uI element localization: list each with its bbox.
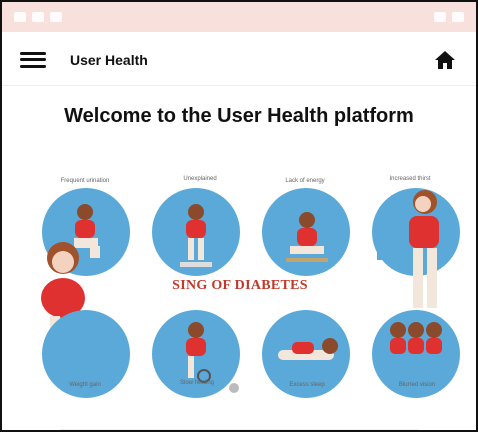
app-title: User Health <box>70 51 148 68</box>
symptom-label: Increased thirst <box>389 176 431 182</box>
status-icon <box>50 12 62 22</box>
diabetes-symptoms-banner: Frequent urination Unexplained Lack of e… <box>20 170 460 400</box>
status-icon <box>32 12 44 22</box>
app-bar: User Health <box>2 34 476 86</box>
status-bar <box>2 2 476 32</box>
carousel-page-indicator[interactable] <box>229 383 239 393</box>
person-tired-illustration <box>286 212 328 262</box>
blurred-vision-illustration <box>390 322 442 354</box>
status-left-icons <box>14 12 62 22</box>
banner-title: SING OF DIABETES <box>172 278 308 293</box>
person-scale-illustration <box>180 204 212 267</box>
person-sleeping-illustration <box>278 338 338 360</box>
welcome-heading: Welcome to the User Health platform <box>64 105 414 127</box>
home-icon[interactable] <box>432 48 458 72</box>
status-icon <box>434 12 446 22</box>
symptom-label: Unexplained <box>183 176 217 182</box>
symptom-label: Excess sleep <box>289 382 325 388</box>
person-drinking-illustration <box>377 190 439 308</box>
symptom-label: Frequent urination <box>60 178 110 184</box>
hamburger-menu-icon[interactable] <box>20 51 46 68</box>
symptom-label: Lack of energy <box>285 178 325 184</box>
status-right-icons <box>434 12 464 22</box>
symptom-label: Blurred vision <box>398 382 436 388</box>
status-icon <box>452 12 464 22</box>
divider <box>60 429 418 430</box>
app-screen: User Health Welcome to the User Health p… <box>0 0 478 432</box>
status-icon <box>14 12 26 22</box>
person-healing-illustration <box>186 322 211 383</box>
symptom-label: Weight gain <box>69 382 101 388</box>
